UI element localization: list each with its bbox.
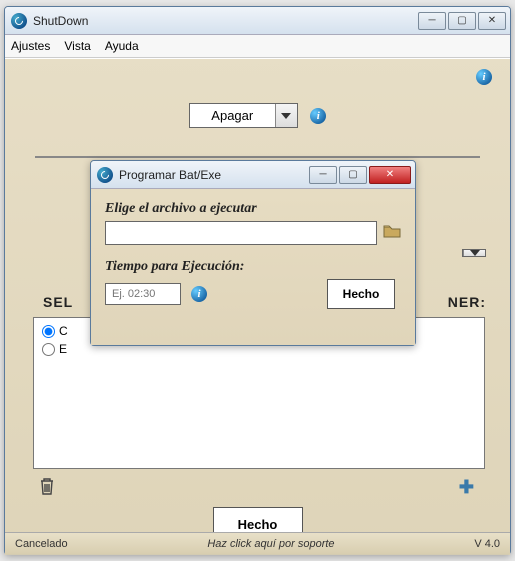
statusbar: Cancelado Haz click aquí por soporte V 4… xyxy=(5,532,510,554)
main-titlebar[interactable]: ShutDown ─ ▢ ✕ xyxy=(5,7,510,35)
action-row: Apagar i xyxy=(5,59,510,128)
chevron-down-icon xyxy=(463,250,485,256)
dialog-titlebar[interactable]: Programar Bat/Exe ─ ▢ ✕ xyxy=(91,161,415,189)
file-field-label: Elige el archivo a ejecutar xyxy=(105,201,401,217)
time-field-label: Tiempo para Ejecución: xyxy=(105,259,401,275)
section-label-right: NER: xyxy=(448,294,486,310)
menubar: Ajustes Vista Ayuda xyxy=(5,35,510,58)
action-select[interactable]: Apagar xyxy=(189,103,298,128)
action-select-value: Apagar xyxy=(190,104,275,127)
file-path-input[interactable] xyxy=(105,221,377,245)
trash-icon[interactable] xyxy=(39,477,55,500)
folder-icon[interactable] xyxy=(383,224,401,243)
menu-ajustes[interactable]: Ajustes xyxy=(11,39,50,53)
radio-label-1: C xyxy=(59,324,68,338)
info-icon[interactable]: i xyxy=(191,286,207,302)
plus-icon[interactable]: ✚ xyxy=(459,477,474,498)
time-row: i Hecho xyxy=(105,279,401,309)
app-icon xyxy=(97,167,113,183)
dialog-minimize-button[interactable]: ─ xyxy=(309,166,337,184)
window-controls: ─ ▢ ✕ xyxy=(418,12,506,30)
time-input[interactable] xyxy=(105,283,181,305)
radio-input-2[interactable] xyxy=(42,343,55,356)
radio-input-1[interactable] xyxy=(42,325,55,338)
info-icon[interactable]: i xyxy=(476,69,492,85)
close-button[interactable]: ✕ xyxy=(478,12,506,30)
status-left: Cancelado xyxy=(15,538,68,550)
info-icon[interactable]: i xyxy=(310,108,326,124)
divider xyxy=(35,156,480,158)
maximize-button[interactable]: ▢ xyxy=(448,12,476,30)
dialog-window: Programar Bat/Exe ─ ▢ ✕ Elige el archivo… xyxy=(90,160,416,346)
menu-ayuda[interactable]: Ayuda xyxy=(105,39,139,53)
dialog-maximize-button[interactable]: ▢ xyxy=(339,166,367,184)
dialog-window-controls: ─ ▢ ✕ xyxy=(309,166,411,184)
app-icon xyxy=(11,13,27,29)
dialog-done-button[interactable]: Hecho xyxy=(327,279,395,309)
radio-label-2: E xyxy=(59,342,67,356)
menu-vista[interactable]: Vista xyxy=(64,39,90,53)
dialog-title: Programar Bat/Exe xyxy=(119,168,309,182)
file-row xyxy=(105,221,401,245)
version-label: V 4.0 xyxy=(474,538,500,550)
support-link[interactable]: Haz click aquí por soporte xyxy=(68,538,475,550)
secondary-select[interactable] xyxy=(462,249,486,257)
window-title: ShutDown xyxy=(33,14,418,28)
section-label-left: SEL xyxy=(43,294,73,310)
dialog-close-button[interactable]: ✕ xyxy=(369,166,411,184)
dialog-body: Elige el archivo a ejecutar Tiempo para … xyxy=(91,189,415,345)
minimize-button[interactable]: ─ xyxy=(418,12,446,30)
chevron-down-icon xyxy=(275,104,297,127)
